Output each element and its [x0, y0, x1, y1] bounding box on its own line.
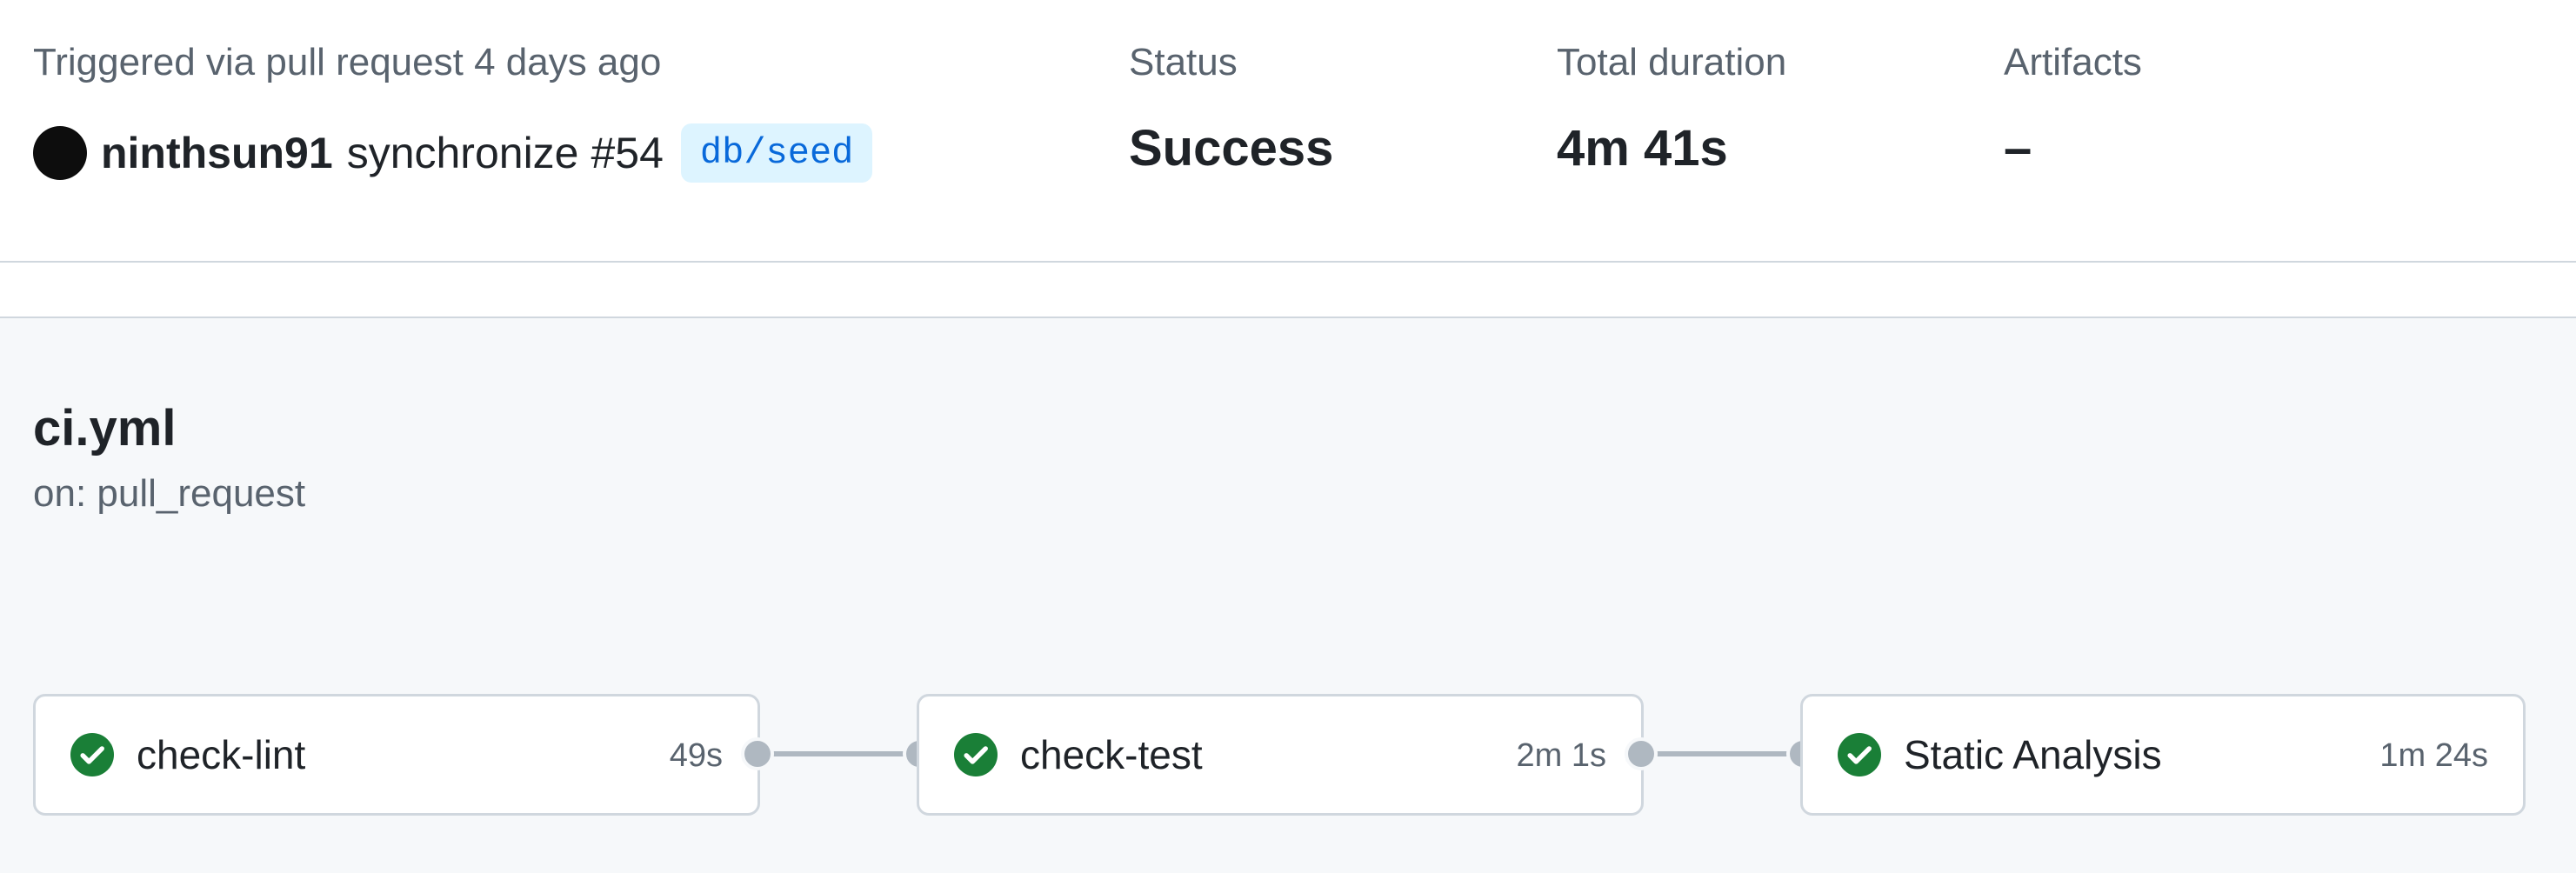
- trigger-details: ninthsun91 synchronize #54 db/seed: [33, 122, 873, 184]
- job-card-check-test[interactable]: check-test 2m 1s: [917, 694, 1644, 816]
- run-summary: Triggered via pull request 4 days ago ni…: [0, 0, 2576, 263]
- actor-link[interactable]: ninthsun91: [101, 128, 333, 178]
- check-circle-icon: [70, 733, 114, 776]
- workflow-graph: ci.yml on: pull_request check-lint 49s c…: [0, 318, 2576, 873]
- job-card-check-lint[interactable]: check-lint 49s: [33, 694, 760, 816]
- check-circle-icon: [954, 733, 998, 776]
- check-circle-icon: [1838, 733, 1881, 776]
- workflow-file-name: ci.yml: [33, 400, 177, 456]
- branch-badge[interactable]: db/seed: [680, 123, 873, 183]
- job-name: Static Analysis: [1904, 732, 2162, 777]
- artifacts-label: Artifacts: [2004, 41, 2142, 83]
- status-label: Status: [1129, 41, 1238, 83]
- avatar[interactable]: [33, 126, 87, 180]
- job-name: check-test: [1020, 732, 1203, 777]
- section-divider: [0, 263, 2576, 318]
- duration-label: Total duration: [1557, 41, 1787, 83]
- job-connector: [757, 751, 918, 756]
- job-duration: 49s: [669, 737, 723, 774]
- pull-request-link[interactable]: #54: [591, 128, 663, 178]
- duration-value: 4m 41s: [1557, 120, 1728, 177]
- job-name: check-lint: [137, 732, 306, 777]
- job-duration: 1m 24s: [2379, 737, 2488, 774]
- job-duration: 2m 1s: [1516, 737, 1606, 774]
- workflow-trigger: on: pull_request: [33, 472, 306, 515]
- job-output-dot: [1625, 737, 1658, 770]
- trigger-label: Triggered via pull request 4 days ago: [33, 41, 662, 83]
- job-card-static-analysis[interactable]: Static Analysis 1m 24s: [1800, 694, 2526, 816]
- job-output-dot: [741, 737, 774, 770]
- artifacts-value: –: [2004, 120, 2032, 177]
- job-connector: [1639, 751, 1801, 756]
- event-name: synchronize: [346, 129, 579, 177]
- status-value: Success: [1129, 120, 1334, 177]
